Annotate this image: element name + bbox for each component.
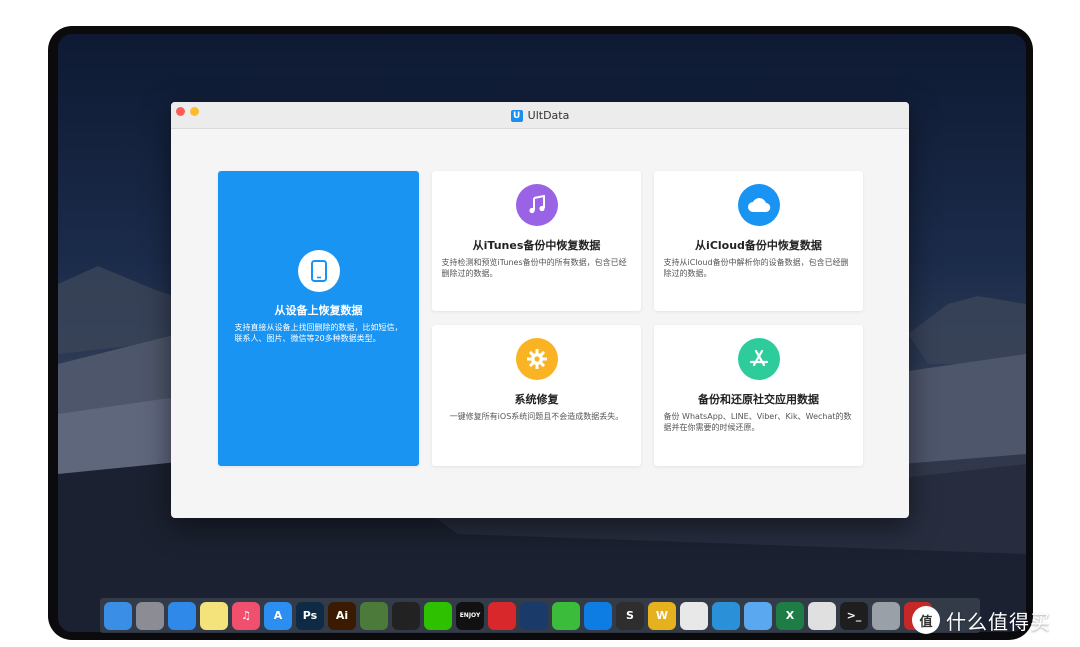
card-recover-from-icloud[interactable]: 从iCloud备份中恢复数据 支持从iCloud备份中解析你的设备数据，包含已经… [654,171,863,311]
video-player-icon[interactable] [520,601,548,630]
image-capture-icon[interactable] [360,601,388,630]
app-store-icon[interactable]: A [264,601,292,630]
qq-icon[interactable] [392,601,420,630]
enjoy-icon[interactable]: ENJOY [456,601,484,630]
wechat-icon[interactable] [424,601,452,630]
title-bar: U UltData [171,102,909,129]
music-note-icon [515,184,558,226]
qq-music-icon[interactable] [552,601,580,630]
itunes-icon[interactable]: ♫ [232,601,260,630]
cloud-icon [737,184,780,226]
sublime-icon[interactable]: S [616,601,644,630]
card-system-repair[interactable]: 系统修复 一键修复所有iOS系统问题且不会造成数据丢失。 [432,325,641,466]
app-title: U UltData [171,102,909,129]
card-title: 从iCloud备份中恢复数据 [695,239,822,252]
desktop: U UltData 从设备上恢复数据 支持直接从设备上找回删除的数据，比如短信，… [58,34,1026,632]
safari-icon[interactable] [168,601,196,630]
ultdata-logo-icon: U [510,109,523,122]
chrome-icon[interactable] [680,601,708,630]
archive-icon[interactable] [872,601,900,630]
preview-icon[interactable] [808,601,836,630]
launchpad-icon[interactable] [136,601,164,630]
card-recover-from-device[interactable]: 从设备上恢复数据 支持直接从设备上找回删除的数据，比如短信，联系人、图片、微信等… [218,171,419,466]
card-social-app-backup[interactable]: 备份和还原社交应用数据 备份 WhatsApp、LINE、Viber、Kik、W… [654,325,863,466]
ultdata-window: U UltData 从设备上恢复数据 支持直接从设备上找回删除的数据，比如短信，… [171,102,909,518]
illustrator-icon[interactable]: Ai [328,601,356,630]
photoshop-icon[interactable]: Ps [296,601,324,630]
card-description: 一键修复所有iOS系统问题且不会造成数据丢失。 [449,412,624,421]
card-description: 支持检测和预览iTunes备份中的所有数据，包含已经删除过的数据。 [441,258,627,278]
card-title: 从设备上恢复数据 [274,304,363,317]
card-description: 备份 WhatsApp、LINE、Viber、Kik、Wechat的数据并在你需… [663,412,852,432]
watermark: 值 什么值得买 [912,605,1072,635]
card-title: 备份和还原社交应用数据 [698,393,819,406]
wunderlist-icon[interactable]: W [648,601,676,630]
icloud-drive-icon[interactable] [744,601,772,630]
terminal-icon[interactable]: >_ [840,601,868,630]
teamviewer-icon[interactable] [584,601,612,630]
excel-icon[interactable]: X [776,601,804,630]
card-title: 系统修复 [514,393,559,406]
migration-icon[interactable] [712,601,740,630]
app-title-text: UltData [527,109,570,122]
finder-icon[interactable] [104,601,132,630]
phone-icon [297,250,340,292]
netease-music-icon[interactable] [488,601,516,630]
app-store-icon [737,338,780,380]
notes-icon[interactable] [200,601,228,630]
card-title: 从iTunes备份中恢复数据 [472,239,601,252]
card-description: 支持从iCloud备份中解析你的设备数据，包含已经删除过的数据。 [663,258,849,278]
watermark-text: 什么值得买 [946,609,1051,634]
card-recover-from-itunes[interactable]: 从iTunes备份中恢复数据 支持检测和预览iTunes备份中的所有数据，包含已… [432,171,641,311]
card-description: 支持直接从设备上找回删除的数据，比如短信，联系人、图片、微信等20多种数据类型。 [234,323,403,343]
watermark-logo: 值 [912,606,940,634]
gear-icon [515,338,558,380]
dock: ♫ A Ps Ai ENJOY S W X >_ [100,598,980,633]
